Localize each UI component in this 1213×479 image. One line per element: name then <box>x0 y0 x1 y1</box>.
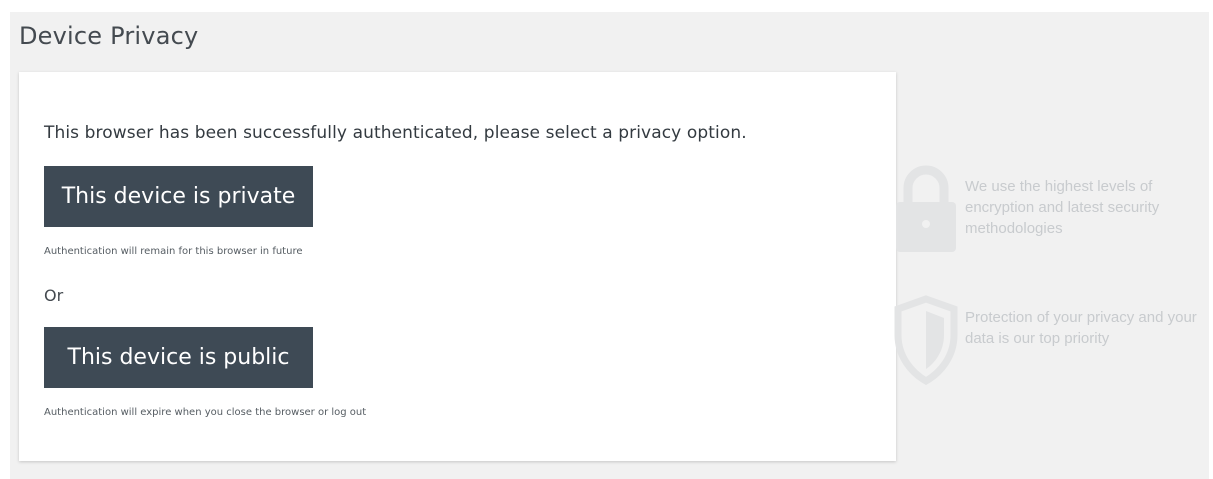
lock-icon <box>894 162 958 254</box>
intro-text: This browser has been successfully authe… <box>44 123 747 143</box>
privacy-feature-text: Protection of your privacy and your data… <box>965 309 1197 347</box>
private-helper-text: Authentication will remain for this brow… <box>44 246 303 257</box>
page-container: Device Privacy This browser has been suc… <box>10 12 1209 479</box>
encryption-feature-text: We use the highest levels of encryption … <box>965 178 1160 237</box>
private-device-button[interactable]: This device is private <box>44 166 313 227</box>
public-device-button[interactable]: This device is public <box>44 327 313 388</box>
public-helper-text: Authentication will expire when you clos… <box>44 407 367 418</box>
shield-icon <box>894 295 958 386</box>
or-separator: Or <box>44 286 64 305</box>
privacy-card: This browser has been successfully authe… <box>19 72 896 461</box>
page-title: Device Privacy <box>19 22 199 50</box>
